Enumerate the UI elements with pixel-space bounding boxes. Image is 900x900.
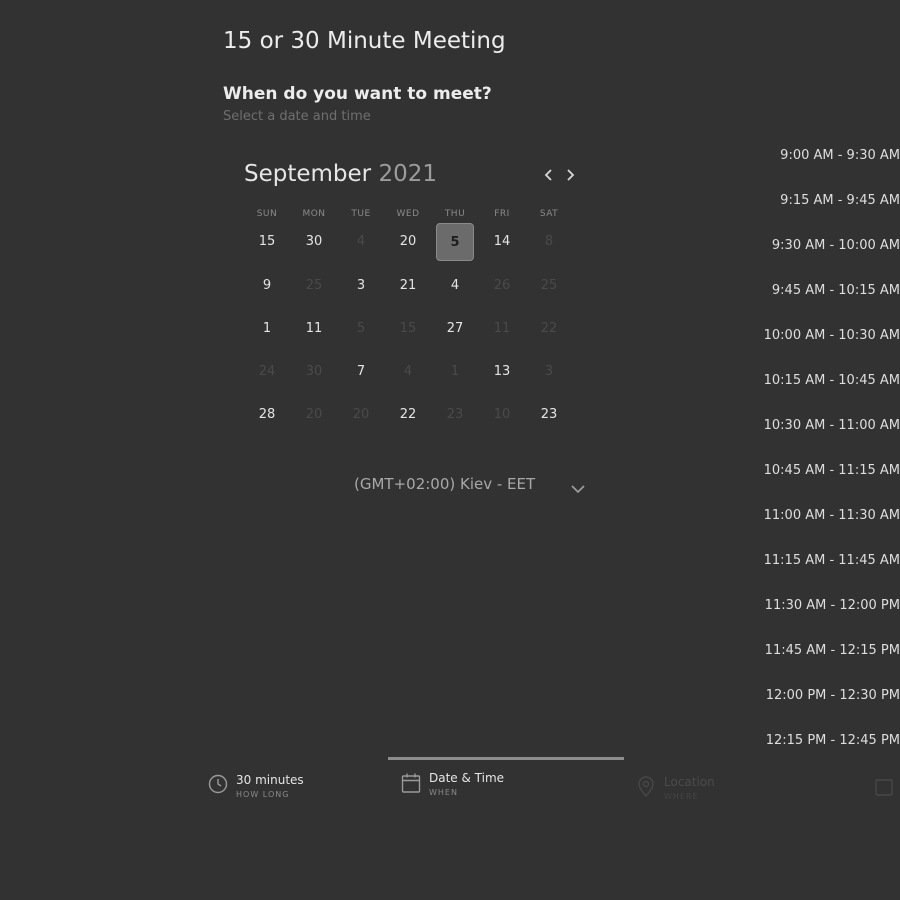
calendar-day: 4: [403, 364, 413, 379]
location-pin-icon: [636, 776, 656, 802]
clock-icon: [208, 774, 228, 798]
step-datetime-label: Date & Time: [429, 771, 505, 785]
calendar-day[interactable]: 23: [530, 396, 568, 434]
calendar-day[interactable]: 27: [436, 310, 474, 348]
weekday-label: FRI: [494, 209, 510, 219]
weekday-label: SAT: [539, 209, 559, 219]
time-slot[interactable]: 12:00 PM - 12:30 PM: [760, 688, 900, 703]
next-month-button[interactable]: [561, 164, 581, 186]
chevron-down-icon: [571, 485, 585, 494]
calendar-day: 25: [305, 278, 323, 293]
calendar-day: 22: [540, 321, 558, 336]
weekday-label: TUE: [351, 209, 371, 219]
calendar-day[interactable]: 9: [248, 267, 286, 305]
time-slot[interactable]: 11:30 AM - 12:00 PM: [760, 598, 900, 613]
time-slot[interactable]: 10:00 AM - 10:30 AM: [760, 328, 900, 343]
time-slot[interactable]: 11:45 AM - 12:15 PM: [760, 643, 900, 658]
time-slot[interactable]: 10:15 AM - 10:45 AM: [760, 373, 900, 388]
calendar-year: 2021: [378, 161, 437, 187]
calendar-day: 25: [540, 278, 558, 293]
active-step-indicator: [388, 757, 624, 760]
weekday-label: SUN: [256, 209, 278, 219]
calendar-day[interactable]: 14: [483, 223, 521, 261]
chevron-left-icon: [544, 169, 552, 181]
calendar-icon: [401, 772, 421, 798]
time-slot[interactable]: 12:15 PM - 12:45 PM: [760, 733, 900, 748]
calendar-day[interactable]: 1: [248, 310, 286, 348]
calendar-day: 24: [258, 364, 276, 379]
weekday-label: MON: [302, 209, 326, 219]
step-location-label: Location: [664, 775, 715, 789]
document-icon: [874, 778, 894, 802]
calendar-day: 20: [352, 407, 370, 422]
calendar-day: 1: [450, 364, 460, 379]
calendar-day: 5: [356, 321, 366, 336]
calendar-day[interactable]: 13: [483, 353, 521, 391]
calendar-day: 20: [305, 407, 323, 422]
calendar-day: 4: [356, 234, 366, 249]
calendar-day[interactable]: 30: [295, 223, 333, 261]
calendar-day: 23: [446, 407, 464, 422]
calendar-day[interactable]: 11: [295, 310, 333, 348]
step-duration-label: 30 minutes: [236, 773, 304, 787]
calendar-day: 15: [399, 321, 417, 336]
calendar-month-year: September 2021: [244, 161, 437, 187]
calendar-day[interactable]: 4: [436, 267, 474, 305]
time-slot[interactable]: 9:45 AM - 10:15 AM: [760, 283, 900, 298]
calendar-day[interactable]: 28: [248, 396, 286, 434]
time-slot[interactable]: 10:30 AM - 11:00 AM: [760, 418, 900, 433]
step-datetime-sub: WHEN: [429, 788, 458, 797]
calendar-day[interactable]: 20: [389, 223, 427, 261]
calendar-day[interactable]: 3: [342, 267, 380, 305]
time-slot[interactable]: 10:45 AM - 11:15 AM: [760, 463, 900, 478]
calendar-day[interactable]: 21: [389, 267, 427, 305]
weekday-label: WED: [396, 209, 420, 219]
calendar-day-selected[interactable]: 5: [436, 223, 474, 261]
step-duration-sub: HOW LONG: [236, 790, 290, 799]
time-slot[interactable]: 11:00 AM - 11:30 AM: [760, 508, 900, 523]
booking-page: 15 or 30 Minute Meeting When do you want…: [0, 0, 900, 900]
calendar-day: 11: [493, 321, 511, 336]
calendar-month: September: [244, 161, 372, 187]
calendar-day: 30: [305, 364, 323, 379]
question-heading: When do you want to meet?: [223, 84, 492, 104]
step-location-sub: WHERE: [664, 792, 699, 801]
weekday-label: THU: [444, 209, 466, 219]
time-slot[interactable]: 9:00 AM - 9:30 AM: [760, 148, 900, 163]
calendar-day[interactable]: 22: [389, 396, 427, 434]
calendar-day: 10: [493, 407, 511, 422]
calendar-day: 8: [544, 234, 554, 249]
time-slot[interactable]: 9:15 AM - 9:45 AM: [760, 193, 900, 208]
prev-month-button[interactable]: [539, 164, 559, 186]
calendar-day[interactable]: 7: [342, 353, 380, 391]
calendar-day[interactable]: 15: [248, 223, 286, 261]
timezone-select[interactable]: (GMT+02:00) Kiev - EET: [354, 475, 535, 493]
question-subtitle: Select a date and time: [223, 109, 371, 124]
timezone-dropdown-toggle[interactable]: [571, 479, 585, 498]
calendar-day: 26: [493, 278, 511, 293]
time-slot[interactable]: 11:15 AM - 11:45 AM: [760, 553, 900, 568]
time-slot[interactable]: 9:30 AM - 10:00 AM: [760, 238, 900, 253]
chevron-right-icon: [567, 169, 575, 181]
meeting-title: 15 or 30 Minute Meeting: [223, 28, 506, 54]
calendar-day: 3: [544, 364, 554, 379]
